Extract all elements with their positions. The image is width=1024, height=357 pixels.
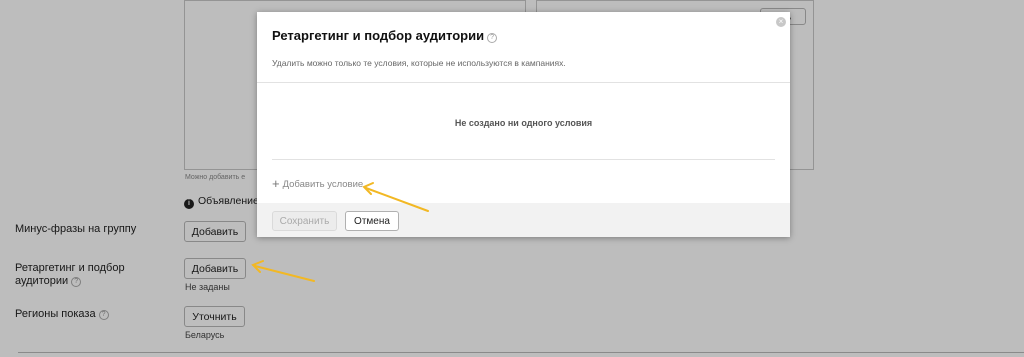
empty-state-message: Не создано ни одного условия	[454, 118, 593, 128]
modal-divider	[272, 159, 775, 160]
cancel-button[interactable]: Отмена	[345, 211, 399, 231]
help-icon[interactable]: ?	[487, 33, 498, 43]
close-icon[interactable]: ×	[776, 17, 786, 27]
modal-footer: Сохранить Отмена	[257, 203, 790, 237]
modal-title-text: Ретаргетинг и подбор аудитории	[272, 28, 485, 43]
modal-subtitle: Удалить можно только те условия, которые…	[272, 58, 566, 68]
add-condition-link[interactable]: + Добавить условие	[272, 176, 363, 191]
retargeting-modal: Ретаргетинг и подбор аудитории? × Удалит…	[257, 12, 790, 237]
plus-icon: +	[272, 176, 280, 191]
modal-divider	[257, 82, 790, 83]
add-condition-label: Добавить условие	[282, 179, 364, 190]
modal-title: Ретаргетинг и подбор аудитории?	[272, 28, 498, 43]
save-button[interactable]: Сохранить	[272, 211, 337, 231]
